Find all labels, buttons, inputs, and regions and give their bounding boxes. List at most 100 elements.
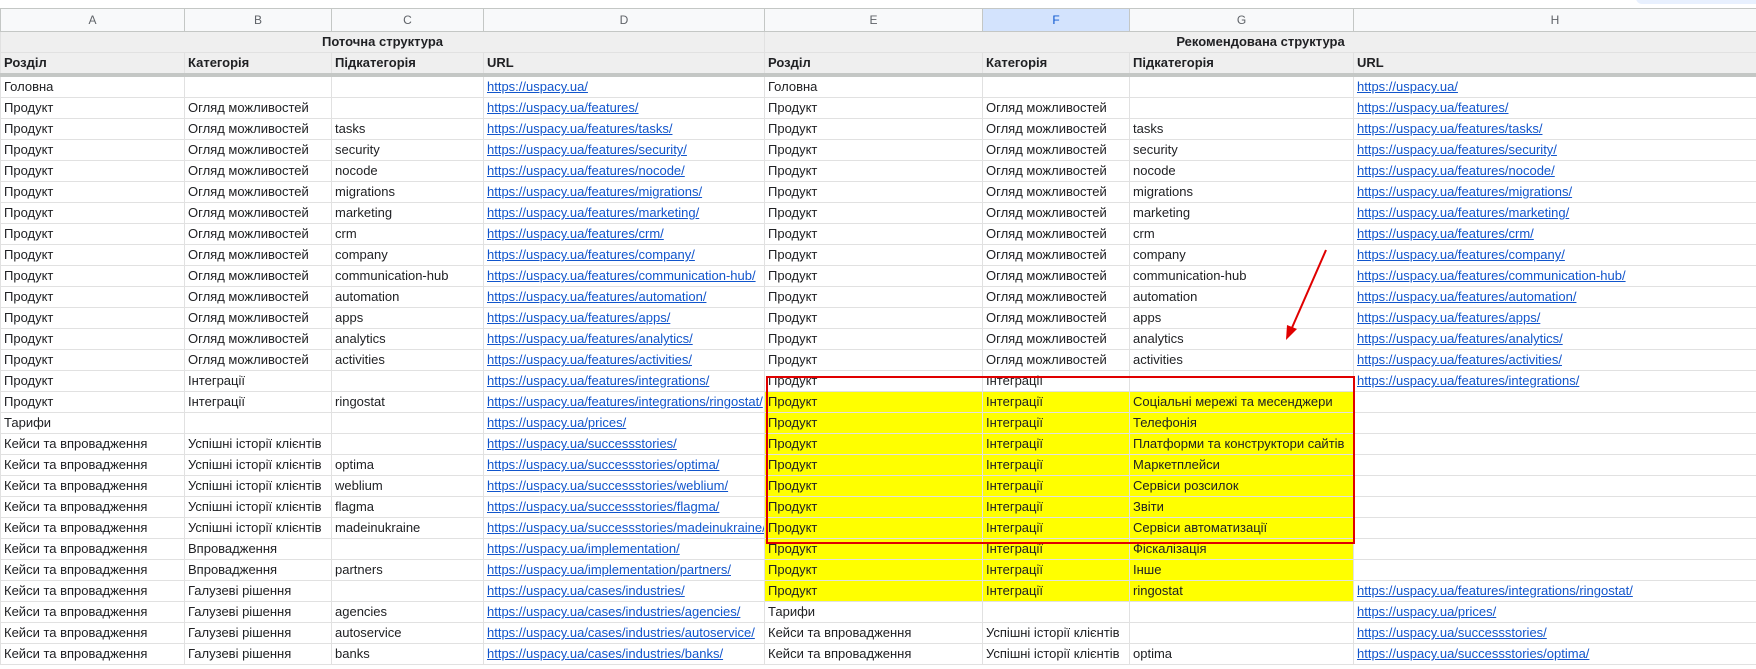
cell-h[interactable]: https://uspacy.ua/features/integrations/ [1353, 370, 1756, 392]
cell-d[interactable]: https://uspacy.ua/successstories/madeinu… [483, 517, 765, 539]
cell-g[interactable]: activities [1129, 349, 1354, 371]
cell-c[interactable] [331, 433, 484, 455]
cell-a[interactable]: Продукт [0, 118, 185, 140]
cell-c[interactable]: analytics [331, 328, 484, 350]
cell-a[interactable]: Тарифи [0, 412, 185, 434]
cell-a[interactable]: Продукт [0, 97, 185, 119]
cell-a[interactable]: Продукт [0, 181, 185, 203]
url-link[interactable]: https://uspacy.ua/features/integrations/ [1357, 373, 1579, 388]
cell-d[interactable]: https://uspacy.ua/features/integrations/ [483, 370, 765, 392]
cell-d[interactable]: https://uspacy.ua/features/marketing/ [483, 202, 765, 224]
cell-g[interactable]: company [1129, 244, 1354, 266]
cell-a[interactable]: Кейси та впровадження [0, 433, 185, 455]
cell-d[interactable]: https://uspacy.ua/cases/industries/banks… [483, 643, 765, 665]
cell-b[interactable]: Галузеві рішення [184, 601, 332, 623]
cell-e[interactable]: Продукт [764, 559, 983, 581]
cell-d[interactable]: https://uspacy.ua/features/communication… [483, 265, 765, 287]
url-link[interactable]: https://uspacy.ua/features/migrations/ [1357, 184, 1572, 199]
cell-d[interactable]: https://uspacy.ua/cases/industries/ [483, 580, 765, 602]
cell-d[interactable]: https://uspacy.ua/features/nocode/ [483, 160, 765, 182]
cell-d[interactable]: https://uspacy.ua/cases/industries/agenc… [483, 601, 765, 623]
cell-e[interactable]: Продукт [764, 433, 983, 455]
url-link[interactable]: https://uspacy.ua/features/apps/ [1357, 310, 1540, 325]
cell-h[interactable] [1353, 433, 1756, 455]
url-link[interactable]: https://uspacy.ua/features/automation/ [1357, 289, 1576, 304]
cell-b[interactable]: Успішні історії клієнтів [184, 475, 332, 497]
cell-e[interactable]: Продукт [764, 496, 983, 518]
cell-g[interactable] [1129, 74, 1354, 98]
cell-h[interactable]: https://uspacy.ua/features/nocode/ [1353, 160, 1756, 182]
cell-b[interactable]: Успішні історії клієнтів [184, 496, 332, 518]
cell-d[interactable]: https://uspacy.ua/features/crm/ [483, 223, 765, 245]
cell-e[interactable]: Продукт [764, 181, 983, 203]
cell-g[interactable]: Маркетплейси [1129, 454, 1354, 476]
cell-d[interactable]: https://uspacy.ua/features/activities/ [483, 349, 765, 371]
cell-a[interactable]: Кейси та впровадження [0, 538, 185, 560]
cell-c[interactable]: company [331, 244, 484, 266]
url-link[interactable]: https://uspacy.ua/cases/industries/agenc… [487, 604, 740, 619]
cell-c[interactable]: nocode [331, 160, 484, 182]
cell-d[interactable]: https://uspacy.ua/ [483, 74, 765, 98]
cell-a[interactable]: Продукт [0, 370, 185, 392]
url-link[interactable]: https://uspacy.ua/features/security/ [1357, 142, 1557, 157]
cell-d[interactable]: https://uspacy.ua/successstories/flagma/ [483, 496, 765, 518]
header-cell[interactable]: Розділ [0, 52, 185, 77]
cell-f[interactable]: Інтеграції [982, 391, 1130, 413]
cell-c[interactable]: crm [331, 223, 484, 245]
url-link[interactable]: https://uspacy.ua/features/crm/ [487, 226, 664, 241]
url-link[interactable]: https://uspacy.ua/features/analytics/ [1357, 331, 1563, 346]
cell-f[interactable]: Успішні історії клієнтів [982, 622, 1130, 644]
cell-a[interactable]: Продукт [0, 160, 185, 182]
url-link[interactable]: https://uspacy.ua/features/nocode/ [487, 163, 685, 178]
cell-a[interactable]: Продукт [0, 328, 185, 350]
cell-d[interactable]: https://uspacy.ua/features/apps/ [483, 307, 765, 329]
url-link[interactable]: https://uspacy.ua/successstories/ [1357, 625, 1547, 640]
url-link[interactable]: https://uspacy.ua/features/nocode/ [1357, 163, 1555, 178]
cell-d[interactable]: https://uspacy.ua/features/company/ [483, 244, 765, 266]
cell-g[interactable]: nocode [1129, 160, 1354, 182]
cell-e[interactable]: Кейси та впровадження [764, 643, 983, 665]
cell-a[interactable]: Продукт [0, 349, 185, 371]
url-link[interactable]: https://uspacy.ua/features/ [1357, 100, 1509, 115]
cell-g[interactable]: Соціальні мережі та месенджери [1129, 391, 1354, 413]
cell-f[interactable] [982, 74, 1130, 98]
cell-f[interactable]: Огляд можливостей [982, 265, 1130, 287]
url-link[interactable]: https://uspacy.ua/prices/ [1357, 604, 1496, 619]
cell-c[interactable]: weblium [331, 475, 484, 497]
cell-a[interactable]: Кейси та впровадження [0, 622, 185, 644]
cell-g[interactable]: automation [1129, 286, 1354, 308]
column-header-f[interactable]: F [982, 8, 1130, 32]
cell-g[interactable]: apps [1129, 307, 1354, 329]
cell-h[interactable]: https://uspacy.ua/features/activities/ [1353, 349, 1756, 371]
cell-h[interactable] [1353, 496, 1756, 518]
cell-f[interactable]: Огляд можливостей [982, 286, 1130, 308]
url-link[interactable]: https://uspacy.ua/features/tasks/ [1357, 121, 1542, 136]
cell-g[interactable]: Інше [1129, 559, 1354, 581]
url-link[interactable]: https://uspacy.ua/cases/industries/banks… [487, 646, 723, 661]
cell-c[interactable]: tasks [331, 118, 484, 140]
cell-g[interactable]: Платформи та конструктори сайтів [1129, 433, 1354, 455]
cell-h[interactable]: https://uspacy.ua/features/marketing/ [1353, 202, 1756, 224]
cell-b[interactable]: Огляд можливостей [184, 97, 332, 119]
url-link[interactable]: https://uspacy.ua/features/activities/ [487, 352, 692, 367]
cell-g[interactable]: communication-hub [1129, 265, 1354, 287]
cell-b[interactable]: Огляд можливостей [184, 286, 332, 308]
cell-d[interactable]: https://uspacy.ua/features/ [483, 97, 765, 119]
cell-h[interactable] [1353, 517, 1756, 539]
url-link[interactable]: https://uspacy.ua/features/company/ [1357, 247, 1565, 262]
cell-g[interactable] [1129, 97, 1354, 119]
cell-h[interactable]: https://uspacy.ua/features/migrations/ [1353, 181, 1756, 203]
cell-f[interactable]: Огляд можливостей [982, 244, 1130, 266]
cell-h[interactable]: https://uspacy.ua/features/automation/ [1353, 286, 1756, 308]
cell-h[interactable]: https://uspacy.ua/features/communication… [1353, 265, 1756, 287]
cell-h[interactable] [1353, 538, 1756, 560]
url-link[interactable]: https://uspacy.ua/features/crm/ [1357, 226, 1534, 241]
cell-h[interactable]: https://uspacy.ua/features/integrations/… [1353, 580, 1756, 602]
cell-c[interactable]: activities [331, 349, 484, 371]
cell-e[interactable]: Продукт [764, 265, 983, 287]
url-link[interactable]: https://uspacy.ua/features/ [487, 100, 639, 115]
url-link[interactable]: https://uspacy.ua/cases/industries/autos… [487, 625, 755, 640]
column-header-c[interactable]: C [331, 8, 484, 32]
cell-f[interactable]: Огляд можливостей [982, 139, 1130, 161]
cell-b[interactable] [184, 74, 332, 98]
